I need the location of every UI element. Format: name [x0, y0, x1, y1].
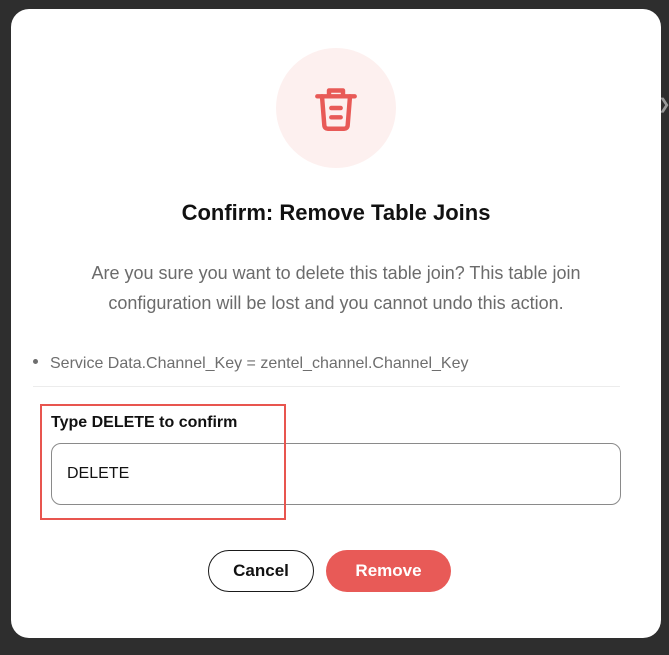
- confirm-input[interactable]: [51, 443, 621, 505]
- join-list-item: Service Data.Channel_Key = zentel_channe…: [33, 355, 469, 373]
- bullet-icon: [33, 359, 38, 365]
- join-text: Service Data.Channel_Key = zentel_channe…: [50, 355, 469, 372]
- confirm-label: Type DELETE to confirm: [51, 414, 238, 431]
- join-list: Service Data.Channel_Key = zentel_channe…: [33, 352, 620, 387]
- cancel-button[interactable]: Cancel: [208, 550, 314, 592]
- trash-icon: [315, 88, 357, 131]
- trash-icon-badge: [276, 48, 396, 168]
- dialog-description: Are you sure you want to delete this tab…: [91, 263, 581, 313]
- dialog-title: Confirm: Remove Table Joins: [181, 200, 491, 225]
- remove-button[interactable]: Remove: [326, 550, 451, 592]
- confirm-dialog: Confirm: Remove Table Joins Are you sure…: [11, 9, 661, 638]
